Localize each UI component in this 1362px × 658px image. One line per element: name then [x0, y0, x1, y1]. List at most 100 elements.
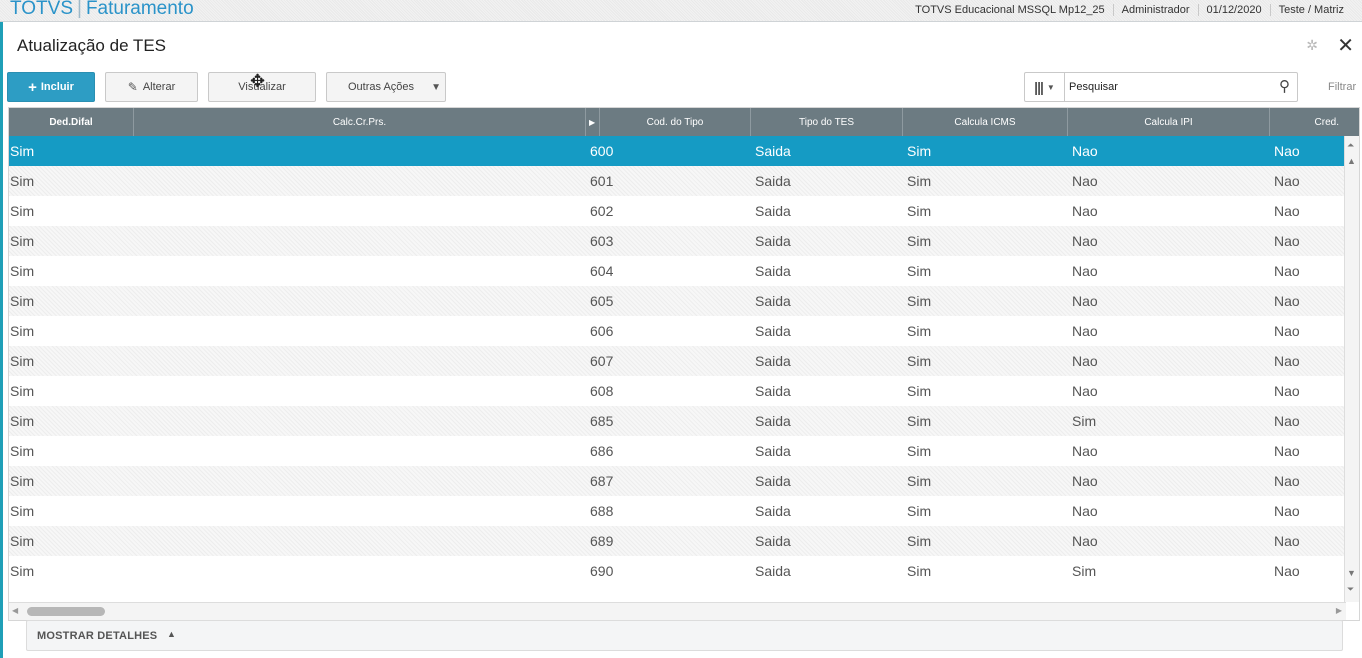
incluir-button[interactable]: + Incluir — [7, 72, 95, 102]
cell-icms: Sim — [907, 503, 932, 519]
column-header-calcula-icms[interactable]: Calcula ICMS — [903, 108, 1068, 136]
caret-down-icon: ▼ — [1046, 82, 1055, 92]
table-row[interactable]: Sim 603 Saida Sim Nao Nao — [9, 226, 1344, 256]
cell-cod: 685 — [590, 413, 614, 429]
cell-ipi: Nao — [1072, 353, 1098, 369]
cell-ipi: Nao — [1072, 143, 1098, 159]
table-row[interactable]: Sim 688 Saida Sim Nao Nao — [9, 496, 1344, 526]
cell-ipi: Nao — [1072, 443, 1098, 459]
vertical-scrollbar[interactable]: ⏶ ▲ ▼ ⏷ — [1344, 136, 1359, 602]
cell-tipo: Saida — [755, 353, 791, 369]
table-row[interactable]: Sim 689 Saida Sim Nao Nao — [9, 526, 1344, 556]
row-pointer-icon: ▶ — [586, 108, 600, 136]
table-row[interactable]: Sim 605 Saida Sim Nao Nao — [9, 286, 1344, 316]
column-header-ded-difal[interactable]: Ded.Difal — [9, 108, 134, 136]
cell-icms: Sim — [907, 293, 932, 309]
column-header-tipo-tes[interactable]: Tipo do TES — [751, 108, 903, 136]
cell-cred: Nao — [1274, 533, 1300, 549]
cell-ded-difal: Sim — [10, 443, 35, 459]
module-name: Faturamento — [85, 0, 194, 19]
filtrar-link[interactable]: Filtrar — [1328, 81, 1356, 93]
title-separator: | — [77, 0, 82, 19]
cell-ded-difal: Sim — [10, 503, 35, 519]
cell-cred: Nao — [1274, 383, 1300, 399]
cell-ipi: Nao — [1072, 293, 1098, 309]
cell-ipi: Sim — [1072, 413, 1097, 429]
scroll-down-icon[interactable]: ▼ — [1347, 568, 1356, 578]
cell-cred: Nao — [1274, 293, 1300, 309]
table-row[interactable]: Sim 601 Saida Sim Nao Nao — [9, 166, 1344, 196]
scroll-up-icon[interactable]: ▲ — [1347, 156, 1356, 166]
columns-toggle-button[interactable]: ||| ▼ — [1025, 73, 1065, 101]
move-cursor-icon: ✥ — [250, 71, 266, 91]
cell-cod: 689 — [590, 533, 614, 549]
cell-icms: Sim — [907, 203, 932, 219]
cell-icms: Sim — [907, 323, 932, 339]
cell-ded-difal: Sim — [10, 413, 35, 429]
cell-ded-difal: Sim — [10, 533, 35, 549]
scroll-top-icon[interactable]: ⏶ — [1347, 140, 1354, 151]
table-row[interactable]: Sim 606 Saida Sim Nao Nao — [9, 316, 1344, 346]
cell-ipi: Nao — [1072, 533, 1098, 549]
cell-tipo: Saida — [755, 173, 791, 189]
app-name: TOTVS — [10, 0, 73, 19]
cell-cod: 601 — [590, 173, 614, 189]
cell-icms: Sim — [907, 233, 932, 249]
cell-tipo: Saida — [755, 233, 791, 249]
alterar-label: Alterar — [142, 81, 176, 93]
column-header-cod-tipo[interactable]: Cod. do Tipo — [600, 108, 751, 136]
cell-cod: 607 — [590, 353, 614, 369]
horizontal-scroll-thumb[interactable] — [27, 607, 105, 616]
table-row[interactable]: Sim 687 Saida Sim Nao Nao — [9, 466, 1344, 496]
cell-cod: 606 — [590, 323, 614, 339]
cell-ded-difal: Sim — [10, 563, 35, 579]
main-panel: Atualização de TES ✲ ✕ + Incluir ✎ Alter… — [3, 22, 1362, 658]
table-row[interactable]: Sim 604 Saida Sim Nao Nao — [9, 256, 1344, 286]
close-icon[interactable]: ✕ — [1337, 33, 1354, 58]
column-header-calc-cr-prs[interactable]: Calc.Cr.Prs. — [134, 108, 586, 136]
cell-cod: 688 — [590, 503, 614, 519]
table-row[interactable]: Sim 686 Saida Sim Nao Nao — [9, 436, 1344, 466]
cell-ded-difal: Sim — [10, 353, 35, 369]
incluir-label: Incluir — [40, 81, 74, 93]
cell-cod: 605 — [590, 293, 614, 309]
cell-tipo: Saida — [755, 293, 791, 309]
cell-ipi: Nao — [1072, 383, 1098, 399]
cell-tipo: Saida — [755, 533, 791, 549]
plus-icon: + — [28, 78, 37, 96]
table-row[interactable]: Sim 690 Saida Sim Sim Nao — [9, 556, 1344, 586]
pencil-icon: ✎ — [127, 80, 138, 94]
user-label: Administrador — [1112, 4, 1198, 16]
outras-acoes-button[interactable]: Outras Ações ▼ — [326, 72, 446, 102]
search-input[interactable] — [1069, 77, 1269, 97]
table-row-selected[interactable]: Sim 600 Saida Sim Nao Nao — [9, 136, 1344, 166]
alterar-button[interactable]: ✎ Alterar — [105, 72, 198, 102]
column-header-cred[interactable]: Cred. — [1270, 108, 1359, 136]
cell-ipi: Nao — [1072, 503, 1098, 519]
cell-cod: 687 — [590, 473, 614, 489]
column-header-calcula-ipi[interactable]: Calcula IPI — [1068, 108, 1270, 136]
table-row[interactable]: Sim 607 Saida Sim Nao Nao — [9, 346, 1344, 376]
date-label: 01/12/2020 — [1197, 4, 1270, 16]
scroll-bottom-icon[interactable]: ⏷ — [1347, 584, 1354, 595]
table-row[interactable]: Sim 602 Saida Sim Nao Nao — [9, 196, 1344, 226]
horizontal-scrollbar[interactable]: ◀ ▶ — [9, 602, 1346, 620]
cell-ded-difal: Sim — [10, 173, 35, 189]
mostrar-detalhes-toggle[interactable]: MOSTRAR DETALHES ▲ — [26, 620, 1343, 651]
cell-ded-difal: Sim — [10, 293, 35, 309]
cell-cred: Nao — [1274, 173, 1300, 189]
cell-cod: 603 — [590, 233, 614, 249]
cell-icms: Sim — [907, 353, 932, 369]
table-row[interactable]: Sim 685 Saida Sim Sim Nao — [9, 406, 1344, 436]
table-row[interactable]: Sim 608 Saida Sim Nao Nao — [9, 376, 1344, 406]
scroll-right-icon[interactable]: ▶ — [1336, 606, 1342, 615]
search-icon[interactable]: ⚲ — [1279, 77, 1290, 95]
cell-cred: Nao — [1274, 353, 1300, 369]
cell-tipo: Saida — [755, 143, 791, 159]
cell-cred: Nao — [1274, 413, 1300, 429]
cell-ipi: Nao — [1072, 473, 1098, 489]
gear-icon[interactable]: ✲ — [1306, 37, 1318, 54]
scroll-left-icon[interactable]: ◀ — [12, 606, 18, 615]
cell-cod: 600 — [590, 143, 614, 159]
cell-tipo: Saida — [755, 443, 791, 459]
